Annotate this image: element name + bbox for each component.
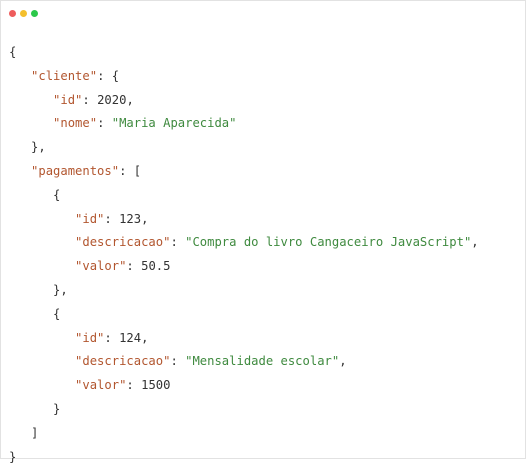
json-key: "nome" [53,116,98,131]
json-code-block: { "cliente": { "id": 2020, "nome": "Mari… [9,41,479,469]
json-punctuation: } [9,449,17,464]
json-string: "Compra do livro Cangaceiro JavaScript" [185,235,472,250]
json-key: "descricacao" [75,354,171,369]
code-line: "descricacao": "Mensalidade escolar", [9,350,479,374]
json-punctuation: : [104,330,120,345]
json-punctuation: : [104,211,120,226]
json-punctuation: , [126,92,134,107]
code-window: { "cliente": { "id": 2020, "nome": "Mari… [0,0,526,464]
json-punctuation: { [53,187,61,202]
code-line: "id": 124, [9,327,479,351]
maximize-dot-icon[interactable] [31,10,38,17]
json-punctuation: : [126,378,142,393]
json-key: "valor" [75,259,127,274]
json-string: "Mensalidade escolar" [185,354,340,369]
json-key: "id" [75,211,105,226]
json-punctuation: , [141,211,149,226]
json-punctuation: : [82,92,98,107]
json-string: "Maria Aparecida" [111,116,237,131]
json-key: "descricacao" [75,235,171,250]
json-punctuation: ] [31,425,39,440]
json-punctuation: , [141,330,149,345]
code-line: "pagamentos": [ [9,160,479,184]
code-line: { [9,41,479,65]
code-line: "id": 123, [9,208,479,232]
json-punctuation: : [126,259,142,274]
code-line: "descricacao": "Compra do livro Cangacei… [9,231,479,255]
json-punctuation: , [471,235,479,250]
code-line: }, [9,136,479,160]
json-key: "valor" [75,378,127,393]
json-punctuation: : [97,116,112,131]
json-punctuation: : [170,354,186,369]
code-line: "valor": 50.5 [9,255,479,279]
code-line: } [9,398,479,422]
json-punctuation: : { [97,68,120,83]
json-number: 1500 [141,378,171,393]
json-punctuation: { [53,306,61,321]
json-punctuation: : [170,235,186,250]
json-number: 124 [119,330,142,345]
minimize-dot-icon[interactable] [20,10,27,17]
json-punctuation: { [9,45,17,59]
json-punctuation: }, [53,282,68,297]
json-punctuation: , [339,354,347,369]
code-line: { [9,184,479,208]
close-dot-icon[interactable] [9,10,16,17]
code-line: }, [9,279,479,303]
json-key: "id" [53,92,83,107]
json-punctuation: } [53,401,61,416]
json-key: "id" [75,330,105,345]
json-number: 50.5 [141,259,171,274]
code-line: } [9,446,479,469]
json-key: "pagamentos" [31,163,120,178]
code-line: "nome": "Maria Aparecida" [9,112,479,136]
code-line: "cliente": { [9,65,479,89]
json-key: "cliente" [31,68,98,83]
json-number: 2020 [97,92,127,107]
json-number: 123 [119,211,142,226]
json-punctuation: }, [31,140,46,155]
code-line: { [9,303,479,327]
code-line: ] [9,422,479,446]
code-line: "id": 2020, [9,89,479,113]
json-punctuation: : [ [119,163,142,178]
code-line: "valor": 1500 [9,374,479,398]
